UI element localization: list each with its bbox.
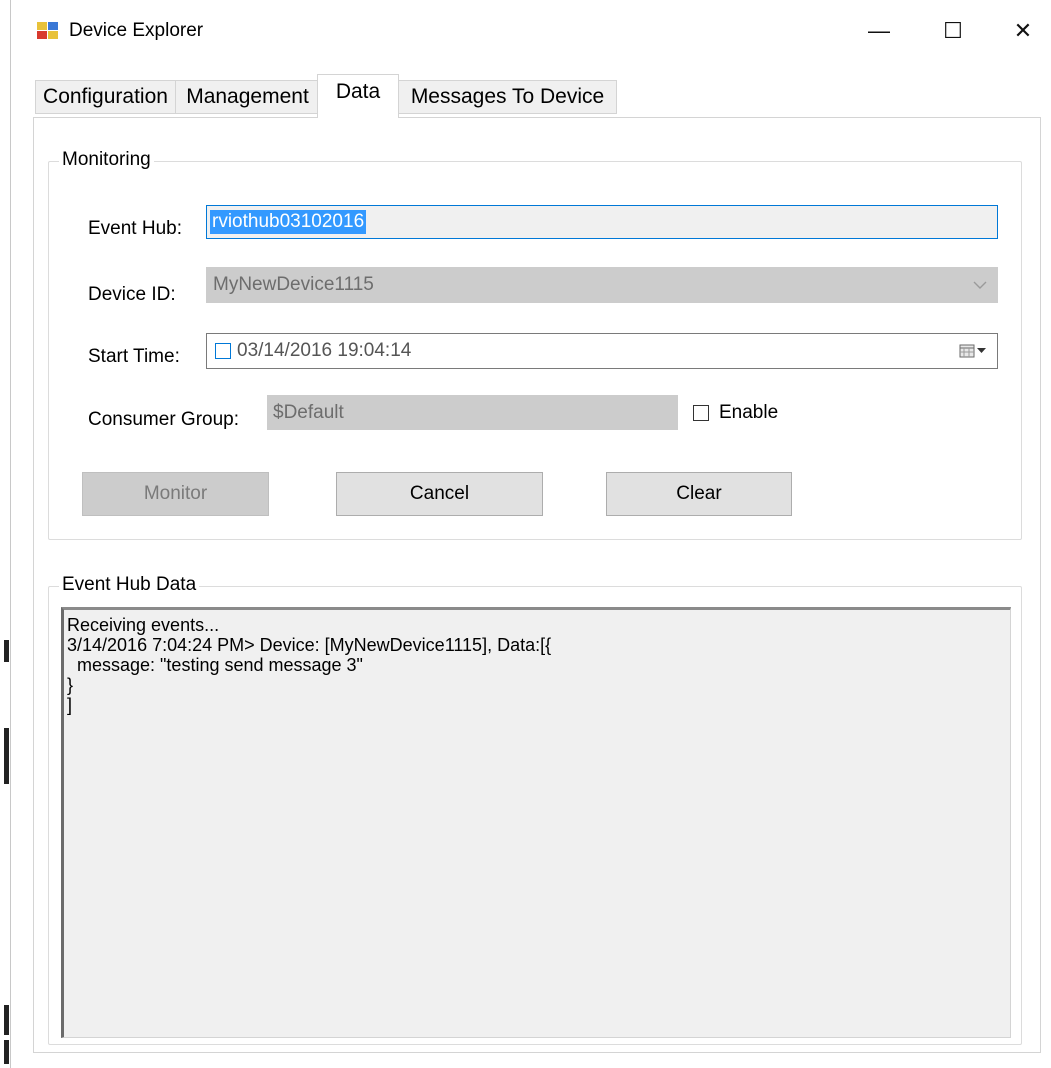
tab-data[interactable]: Data <box>317 74 399 118</box>
log-line: 3/14/2016 7:04:24 PM> Device: [MyNewDevi… <box>67 635 552 655</box>
log-line: } <box>67 675 74 695</box>
window-title: Device Explorer <box>69 20 204 41</box>
maximize-button[interactable]: ☐ <box>918 0 988 62</box>
cancel-button-label: Cancel <box>409 483 470 504</box>
background-fragment <box>4 1005 9 1035</box>
event-hub-input[interactable]: rviothub03102016 <box>206 205 998 239</box>
window-left-edge <box>0 0 11 1068</box>
device-id-value: MyNewDevice1115 <box>213 274 374 295</box>
monitor-button-label: Monitor <box>143 483 208 504</box>
device-id-select[interactable]: MyNewDevice1115 <box>206 267 998 303</box>
start-time-label: Start Time: <box>88 346 180 367</box>
consumer-group-input[interactable]: $Default <box>267 395 678 430</box>
clear-button[interactable]: Clear <box>606 472 792 516</box>
log-line: message: "testing send message 3" <box>67 655 363 675</box>
background-fragment <box>4 728 9 784</box>
device-explorer-icon <box>37 22 59 40</box>
consumer-group-label: Consumer Group: <box>88 409 240 430</box>
title-bar[interactable]: Device Explorer — ☐ ✕ <box>11 0 1051 62</box>
enable-checkbox[interactable] <box>693 405 709 421</box>
tab-configuration[interactable]: Configuration <box>35 80 176 114</box>
monitor-button[interactable]: Monitor <box>82 472 269 516</box>
device-explorer-window: Device Explorer — ☐ ✕ Configuration Mana… <box>0 0 1051 1068</box>
enable-label: Enable <box>719 402 779 423</box>
log-line: ] <box>67 695 73 715</box>
chevron-down-icon <box>973 281 987 289</box>
tab-label: Configuration <box>43 85 168 108</box>
device-id-label: Device ID: <box>88 284 176 305</box>
tab-label: Data <box>335 79 381 103</box>
monitoring-legend: Monitoring <box>59 149 154 171</box>
event-hub-value: rviothub03102016 <box>210 210 367 234</box>
minimize-button[interactable]: — <box>844 0 914 62</box>
tab-management[interactable]: Management <box>175 80 320 114</box>
clear-button-label: Clear <box>676 483 722 504</box>
background-fragment <box>4 1040 9 1064</box>
log-line: Receiving events... <box>67 615 220 635</box>
tab-label: Messages To Device <box>410 85 605 108</box>
calendar-icon[interactable] <box>959 344 987 358</box>
start-time-checkbox[interactable] <box>215 343 231 359</box>
event-hub-label: Event Hub: <box>88 218 182 239</box>
event-log-textbox[interactable]: Receiving events... 3/14/2016 7:04:24 PM… <box>61 607 1011 1038</box>
tab-label: Management <box>186 85 309 108</box>
close-button[interactable]: ✕ <box>988 0 1051 62</box>
consumer-group-value: $Default <box>273 401 344 423</box>
cancel-button[interactable]: Cancel <box>336 472 543 516</box>
maximize-icon: ☐ <box>943 18 963 43</box>
start-time-picker[interactable]: 03/14/2016 19:04:14 <box>206 333 998 369</box>
tab-messages-to-device[interactable]: Messages To Device <box>398 80 617 114</box>
close-icon: ✕ <box>1013 18 1033 43</box>
minimize-icon: — <box>868 18 890 43</box>
background-fragment <box>4 640 9 662</box>
start-time-value: 03/14/2016 19:04:14 <box>237 340 412 361</box>
event-hub-data-legend: Event Hub Data <box>59 574 200 596</box>
